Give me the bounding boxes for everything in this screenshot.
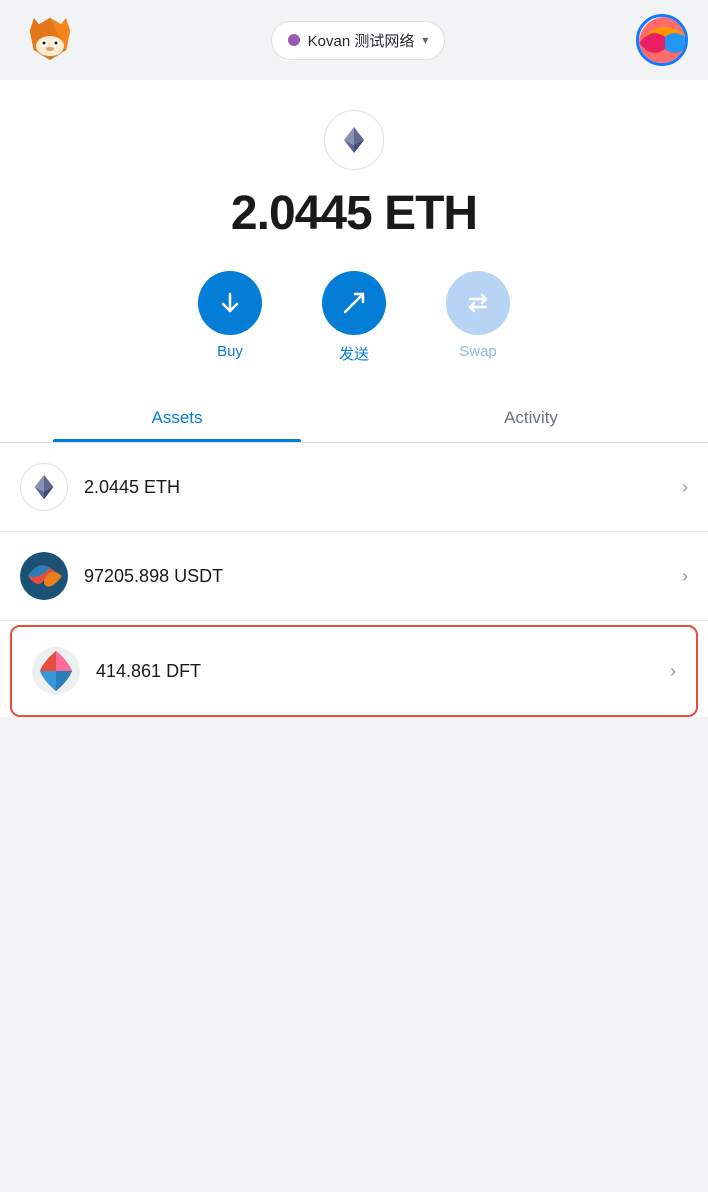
tab-assets-label: Assets [151, 408, 202, 427]
action-buttons: Buy 发送 Swap [0, 271, 708, 364]
eth-amount: 2.0445 ETH [84, 477, 682, 498]
usdt-chevron-icon: › [682, 566, 688, 587]
chevron-down-icon: ▾ [422, 33, 428, 47]
asset-item-usdt[interactable]: 97205.898 USDT › [0, 532, 708, 621]
eth-chevron-icon: › [682, 477, 688, 498]
dft-chevron-icon: › [670, 661, 676, 682]
balance-amount: 2.0445 ETH [231, 187, 477, 240]
tab-activity-label: Activity [504, 408, 558, 427]
main-content: 2.0445 ETH Buy 发送 [0, 80, 708, 717]
eth-logo-circle [324, 110, 384, 170]
send-button[interactable] [322, 271, 386, 335]
tab-assets[interactable]: Assets [0, 394, 354, 442]
network-status-dot [288, 34, 300, 46]
dft-amount: 414.861 DFT [96, 661, 670, 682]
asset-list: 2.0445 ETH › 97205.898 USDT › [0, 443, 708, 717]
header: Kovan 测试网络 ▾ [0, 0, 708, 80]
eth-asset-icon [20, 463, 68, 511]
buy-icon [216, 289, 244, 317]
asset-item-eth[interactable]: 2.0445 ETH › [0, 443, 708, 532]
asset-item-dft-highlighted-container: 414.861 DFT › [10, 625, 698, 717]
tab-activity[interactable]: Activity [354, 394, 708, 442]
usdt-asset-icon [20, 552, 68, 600]
network-name: Kovan 测试网络 [308, 30, 415, 51]
swap-button[interactable] [446, 271, 510, 335]
swap-label: Swap [459, 343, 497, 360]
send-label: 发送 [339, 343, 369, 364]
account-avatar[interactable] [636, 14, 688, 66]
dft-asset-icon [32, 647, 80, 695]
metamask-logo [20, 10, 80, 70]
send-action[interactable]: 发送 [322, 271, 386, 364]
buy-label: Buy [217, 343, 243, 360]
avatar-image [639, 17, 685, 63]
network-selector[interactable]: Kovan 测试网络 ▾ [271, 21, 446, 60]
swap-icon [464, 289, 492, 317]
usdt-amount: 97205.898 USDT [84, 566, 682, 587]
ethereum-diamond-icon [338, 124, 370, 156]
asset-item-dft[interactable]: 414.861 DFT › [12, 627, 696, 715]
send-icon [340, 289, 368, 317]
buy-action[interactable]: Buy [198, 271, 262, 364]
eth-icon-section [0, 110, 708, 170]
swap-action[interactable]: Swap [446, 271, 510, 364]
tabs-container: Assets Activity [0, 394, 708, 443]
balance-section: 2.0445 ETH [0, 186, 708, 241]
buy-button[interactable] [198, 271, 262, 335]
